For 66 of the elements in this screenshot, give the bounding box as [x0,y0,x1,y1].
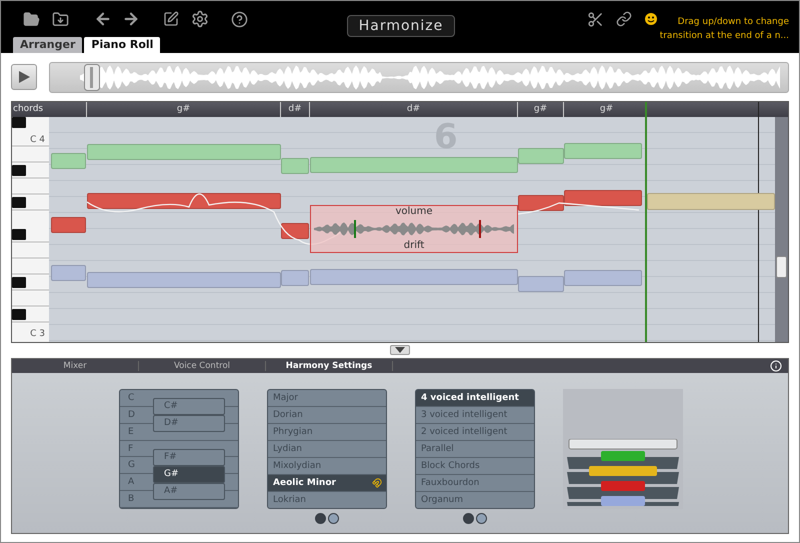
scale-item[interactable]: Major [268,390,386,407]
page-dot[interactable] [328,513,339,524]
drift-label: drift [404,240,424,252]
key-item[interactable]: D# [153,415,225,432]
page-dot[interactable] [315,513,326,524]
page-dot[interactable] [463,513,474,524]
key-label: C 3 [30,329,45,339]
edit-icon[interactable] [163,11,179,27]
collapse-button[interactable] [390,345,410,355]
note-block[interactable] [281,223,309,239]
play-button[interactable] [11,64,37,90]
key-item[interactable]: C [128,392,134,403]
view-tab[interactable]: Arranger [13,37,82,53]
panel-tab[interactable]: Harmony Settings [266,361,393,371]
page-dot[interactable] [476,513,487,524]
voicing-item[interactable]: 3 voiced intelligent [416,407,534,424]
note-block[interactable] [564,190,642,206]
key-selector[interactable]: C D E F G A B C# D# F# G# A# [119,389,239,509]
scale-item[interactable]: Dorian [268,407,386,424]
key-item[interactable]: D [128,410,135,420]
key-item[interactable]: G# [153,466,225,483]
key-item[interactable]: G [128,460,135,470]
note-editor[interactable]: volume drift [310,205,518,253]
chords-label: chords [12,103,44,116]
scale-item[interactable]: Phrygian [268,424,386,441]
key-item[interactable]: A# [153,483,225,500]
settings-icon[interactable] [191,10,209,28]
zoom-control[interactable] [776,256,787,278]
play-icon [18,71,30,83]
key-item[interactable]: E [128,426,134,437]
folder-download-icon[interactable] [52,10,69,28]
scale-item[interactable]: Lokrian [268,492,386,508]
key-item[interactable]: B [128,494,134,504]
key-item[interactable]: F [128,444,134,454]
panel-tab[interactable]: Voice Control [139,361,266,371]
scissors-icon[interactable] [587,10,604,28]
voicing-item[interactable]: 4 voiced intelligent [416,390,534,407]
key-item[interactable]: F# [153,449,225,466]
voicing-item[interactable]: Fauxbourdon [416,475,534,492]
note-block[interactable] [518,195,564,211]
key-item[interactable]: C# [153,398,225,415]
smiley-icon[interactable] [644,12,658,26]
help-icon[interactable] [231,10,248,28]
note-block[interactable] [87,193,281,209]
folder-open-icon[interactable] [23,10,40,28]
forward-arrow-icon[interactable] [122,10,140,28]
key-item[interactable]: A [128,477,134,488]
view-tab[interactable]: Piano Roll [84,37,160,53]
scale-item[interactable]: Aeolic Minor [268,475,386,492]
harmonize-button[interactable]: Harmonize [347,15,455,37]
voicing-item[interactable]: Organum [416,492,534,508]
panel-tab[interactable]: Mixer [12,361,139,371]
voicing-item[interactable]: 2 voiced intelligent [416,424,534,441]
tooltip-text: Drag up/down to change transition at the end of a n... [660,16,789,43]
volume-label: volume [395,206,433,218]
magnet-icon [372,478,382,488]
voicing-item[interactable]: Parallel [416,441,534,458]
link-icon[interactable] [616,11,632,27]
scale-item[interactable]: Lydian [268,441,386,458]
info-icon[interactable] [770,360,782,372]
position-handle[interactable] [84,64,100,91]
caret-icon [395,347,405,353]
key-label: C 4 [30,135,45,145]
vertical-scrollbar[interactable] [775,117,788,342]
voicing-item[interactable]: Block Chords [416,458,534,475]
keyboard-drawing[interactable] [12,117,49,342]
